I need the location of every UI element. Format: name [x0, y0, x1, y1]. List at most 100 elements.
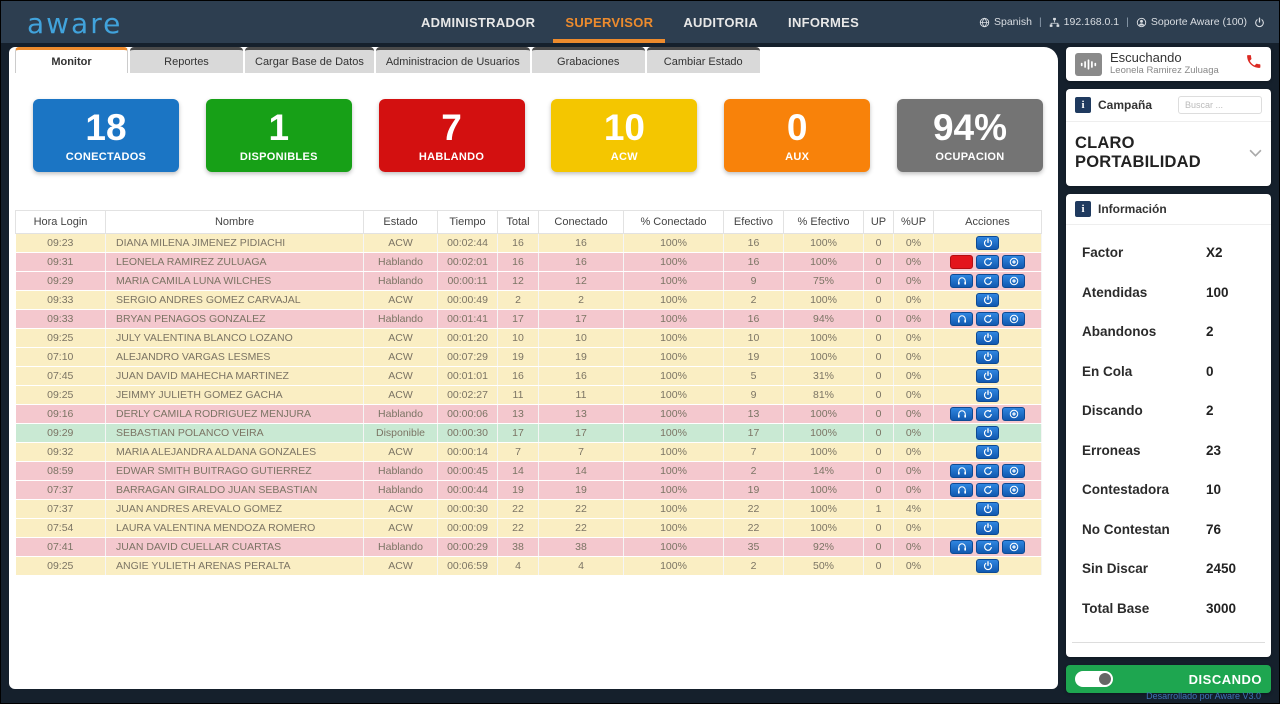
plus-button[interactable] — [1002, 274, 1025, 288]
tab-monitor[interactable]: Monitor — [15, 47, 128, 73]
refresh-button[interactable] — [976, 483, 999, 497]
plus-button[interactable] — [1002, 540, 1025, 554]
headphones-button[interactable] — [950, 312, 973, 326]
cell-pct-up: 0% — [894, 291, 934, 310]
cell-pct-up: 0% — [894, 538, 934, 557]
cell-total: 19 — [498, 481, 539, 500]
cell-pct-efectivo: 92% — [784, 538, 864, 557]
power-button[interactable] — [976, 559, 999, 573]
column-header: %UP — [894, 211, 934, 234]
headphones-button[interactable] — [950, 274, 973, 288]
listening-agent-name: Leonela Ramirez Zuluaga — [1110, 66, 1219, 77]
stat-value: 100 — [1206, 285, 1229, 300]
nav-item-supervisor[interactable]: SUPERVISOR — [565, 1, 653, 43]
cell-pct-up: 0% — [894, 253, 934, 272]
hangup-button[interactable] — [1245, 53, 1262, 75]
footer: Desarrollado por Aware V3.0 — [1, 689, 1279, 703]
plus-button[interactable] — [1002, 464, 1025, 478]
cell-pct-efectivo: 50% — [784, 557, 864, 576]
cell-up: 0 — [864, 329, 894, 348]
supervisor-dashboard: aware ADMINISTRADORSUPERVISORAUDITORIAIN… — [0, 0, 1280, 704]
cell-up: 0 — [864, 405, 894, 424]
power-button[interactable] — [976, 369, 999, 383]
nav-item-administrador[interactable]: ADMINISTRADOR — [421, 1, 535, 43]
refresh-button[interactable] — [976, 464, 999, 478]
cell-total: 16 — [498, 253, 539, 272]
cell-pct-up: 0% — [894, 481, 934, 500]
power-button[interactable] — [976, 293, 999, 307]
table-row: 09:29MARIA CAMILA LUNA WILCHESHablando00… — [16, 272, 1042, 291]
campaign-title: Campaña — [1098, 98, 1152, 112]
table-row: 09:25ANGIE YULIETH ARENAS PERALTAACW00:0… — [16, 557, 1042, 576]
refresh-button[interactable] — [976, 312, 999, 326]
power-button[interactable] — [976, 445, 999, 459]
cell-nombre: LAURA VALENTINA MENDOZA ROMERO — [106, 519, 364, 538]
cell-efectivo: 2 — [724, 291, 784, 310]
table-row: 09:29SEBASTIAN POLANCO VEIRADisponible00… — [16, 424, 1042, 443]
power-button[interactable] — [976, 331, 999, 345]
table-row: 09:31LEONELA RAMIREZ ZULUAGAHablando00:0… — [16, 253, 1042, 272]
cell-tiempo: 00:02:01 — [438, 253, 498, 272]
stat-card-aux: 0AUX — [724, 99, 870, 172]
tab-grabaciones[interactable]: Grabaciones — [532, 47, 645, 73]
refresh-button[interactable] — [976, 407, 999, 421]
cell-conectado: 22 — [539, 519, 624, 538]
information-header: i Información — [1066, 194, 1271, 225]
plus-button[interactable] — [1002, 483, 1025, 497]
headphones-button[interactable] — [950, 483, 973, 497]
cell-pct-efectivo: 100% — [784, 500, 864, 519]
power-button[interactable] — [976, 521, 999, 535]
dialer-toggle[interactable] — [1075, 671, 1113, 687]
cell-pct-efectivo: 100% — [784, 405, 864, 424]
tab-administracion-de-usuarios[interactable]: Administracion de Usuarios — [376, 47, 530, 73]
power-button[interactable] — [976, 426, 999, 440]
cell-up: 0 — [864, 272, 894, 291]
headphones-button[interactable] — [950, 464, 973, 478]
logout-button[interactable] — [1254, 17, 1265, 28]
nav-item-auditoria[interactable]: AUDITORIA — [683, 1, 758, 43]
stop-button[interactable] — [950, 255, 973, 269]
cell-acciones — [934, 557, 1042, 576]
headphones-button[interactable] — [950, 407, 973, 421]
waveform-icon — [1075, 53, 1102, 76]
column-header: UP — [864, 211, 894, 234]
cell-total: 16 — [498, 234, 539, 253]
cell-hora-login: 07:37 — [16, 481, 106, 500]
power-button[interactable] — [976, 502, 999, 516]
phone-icon — [1245, 53, 1262, 75]
support-user[interactable]: Soporte Aware (100) — [1136, 16, 1247, 28]
power-button[interactable] — [976, 236, 999, 250]
tab-cargar-base-de-datos[interactable]: Cargar Base de Datos — [245, 47, 374, 73]
cell-estado: ACW — [364, 367, 438, 386]
nav-item-informes[interactable]: INFORMES — [788, 1, 859, 43]
cell-total: 16 — [498, 367, 539, 386]
cell-up: 0 — [864, 481, 894, 500]
plus-button[interactable] — [1002, 407, 1025, 421]
campaign-search-input[interactable] — [1178, 96, 1262, 114]
language-selector[interactable]: Spanish — [979, 16, 1032, 28]
refresh-button[interactable] — [976, 540, 999, 554]
power-button[interactable] — [976, 350, 999, 364]
cell-tiempo: 00:00:06 — [438, 405, 498, 424]
stat-label: Atendidas — [1082, 285, 1206, 300]
power-button[interactable] — [976, 388, 999, 402]
refresh-button[interactable] — [976, 274, 999, 288]
column-header: Total — [498, 211, 539, 234]
refresh-button[interactable] — [976, 255, 999, 269]
cell-estado: ACW — [364, 500, 438, 519]
plus-button[interactable] — [1002, 312, 1025, 326]
tab-reportes[interactable]: Reportes — [130, 47, 243, 73]
credit-text: Desarrollado por Aware V3.0 — [1146, 691, 1261, 701]
campaign-selector[interactable]: CLARO PORTABILIDAD — [1066, 122, 1271, 186]
cell-hora-login: 09:25 — [16, 557, 106, 576]
plus-button[interactable] — [1002, 255, 1025, 269]
cell-pct-up: 4% — [894, 500, 934, 519]
cell-efectivo: 9 — [724, 386, 784, 405]
cell-pct-conectado: 100% — [624, 443, 724, 462]
language-label: Spanish — [994, 16, 1032, 28]
headphones-button[interactable] — [950, 540, 973, 554]
cell-efectivo: 2 — [724, 557, 784, 576]
cell-total: 22 — [498, 500, 539, 519]
table-row: 09:25JEIMMY JULIETH GOMEZ GACHAACW00:02:… — [16, 386, 1042, 405]
tab-cambiar-estado[interactable]: Cambiar Estado — [647, 47, 760, 73]
